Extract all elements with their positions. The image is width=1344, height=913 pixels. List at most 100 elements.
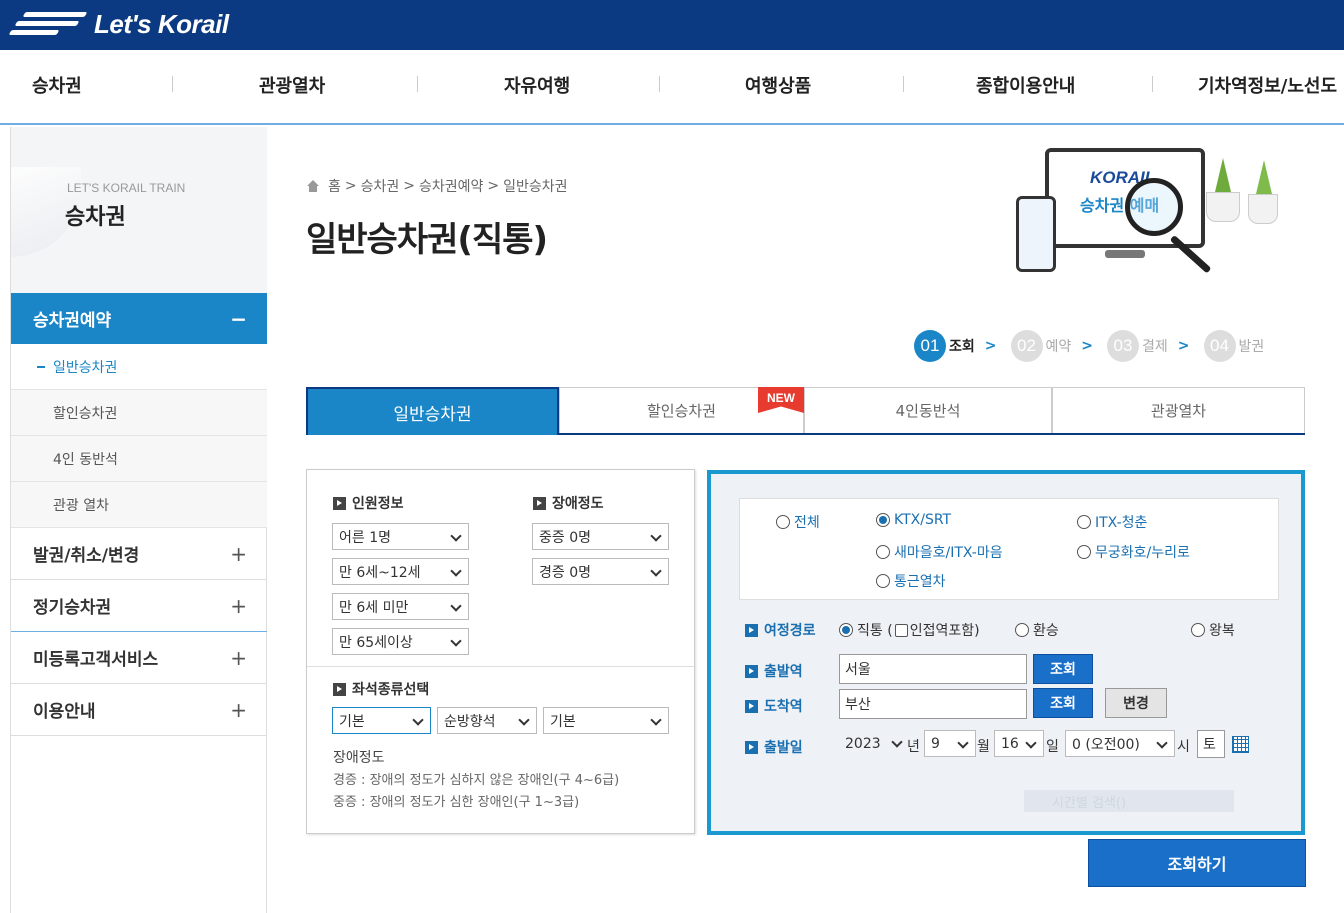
nav-item-travel-products[interactable]: 여행상품 — [745, 72, 811, 98]
radio-icon — [776, 515, 790, 529]
disability-label: 장애정도 — [533, 493, 604, 513]
radio-itx-cheongchun[interactable]: ITX-청춘 — [1077, 512, 1147, 532]
radio-mugunghwa[interactable]: 무궁화호/누리로 — [1077, 542, 1190, 562]
radio-icon — [1077, 515, 1091, 529]
disability-note-title: 장애정도 — [333, 750, 385, 766]
departure-station-input[interactable]: 서울 — [839, 654, 1027, 684]
select-value: 경증 0명 — [539, 564, 591, 581]
sidebar-subtitle: LET'S KORAIL TRAIN — [67, 181, 186, 195]
section-label-text: 장애정도 — [552, 496, 604, 512]
seat-direction-select[interactable]: 순방향석 — [437, 707, 537, 734]
search-trains-button[interactable]: 조회하기 — [1088, 839, 1306, 887]
radio-label: 통근열차 — [894, 574, 946, 590]
expand-icon: + — [230, 645, 247, 670]
arrival-lookup-button[interactable]: 조회 — [1033, 688, 1093, 718]
logo-mark-icon — [8, 10, 88, 38]
hour-unit: 시 — [1177, 739, 1190, 755]
tab-family-seat[interactable]: 4인동반석 — [804, 387, 1052, 433]
arrival-station-input[interactable]: 부산 — [839, 689, 1027, 719]
sidebar-subitem-family-seat[interactable]: 4인 동반석 — [11, 436, 267, 482]
sidebar-item-season-ticket[interactable]: 정기승차권 + — [11, 580, 267, 632]
section-label-text: 좌석종류선택 — [352, 682, 430, 698]
sidebar-subitem-tour-train[interactable]: 관광 열차 — [11, 482, 267, 528]
radio-ktx-srt[interactable]: KTX/SRT — [876, 512, 951, 528]
sidebar-item-usage-guide[interactable]: 이용안내 + — [11, 684, 267, 736]
nav-item-tour-train[interactable]: 관광열차 — [259, 72, 325, 98]
breadcrumb-item: 일반승차권 — [503, 179, 568, 195]
radio-label: 무궁화호/누리로 — [1095, 545, 1190, 561]
monitor-stand-icon — [1105, 250, 1145, 258]
sidebar-item-ticket-reservation[interactable]: 승차권예약 − — [11, 293, 267, 344]
divider — [307, 666, 694, 667]
tab-general-ticket[interactable]: 일반승차권 — [306, 387, 559, 435]
month-select[interactable]: 9 — [924, 730, 976, 757]
arrow-right-icon — [333, 496, 346, 510]
radio-direct[interactable]: 직통 (인접역포함) — [839, 620, 980, 640]
passenger-info-label: 인원정보 — [333, 493, 404, 513]
mild-disability-select[interactable]: 경증 0명 — [532, 558, 669, 585]
chevron-down-icon — [412, 714, 424, 726]
radio-saemaeul[interactable]: 새마을호/ITX-마음 — [876, 542, 1003, 562]
radio-label: ITX-청춘 — [1095, 515, 1148, 531]
radio-transfer[interactable]: 환승 — [1015, 620, 1059, 640]
sidebar-subitem-label: 할인승차권 — [53, 405, 118, 422]
breadcrumb-home[interactable]: 홈 — [328, 176, 341, 196]
select-value: 중증 0명 — [539, 529, 591, 546]
radio-label: 왕복 — [1209, 623, 1235, 639]
checkbox-nearby[interactable] — [894, 623, 908, 637]
seat-type-select[interactable]: 기본 — [332, 707, 431, 734]
departure-lookup-button[interactable]: 조회 — [1033, 654, 1093, 684]
passenger-panel: 인원정보 장애정도 어른 1명 만 6세~12세 만 6세 미만 만 65세이상… — [306, 469, 695, 834]
radio-selected-icon — [839, 623, 853, 637]
chevron-down-icon — [891, 736, 903, 748]
senior-count-select[interactable]: 만 65세이상 — [332, 628, 469, 655]
korail-logo[interactable]: Let's Korail — [8, 4, 229, 44]
phone-icon — [1016, 196, 1056, 272]
breadcrumb: 홈 > 승차권 > 승차권예약 > 일반승차권 — [306, 176, 568, 196]
chevron-down-icon — [1156, 737, 1168, 749]
field-label-text: 출발역 — [764, 664, 803, 680]
day-select[interactable]: 16 — [994, 730, 1044, 757]
home-icon[interactable] — [306, 180, 320, 192]
sidebar-subitem-general-ticket[interactable]: 일반승차권 — [11, 344, 267, 390]
step-label: 조회 — [949, 339, 975, 355]
radio-round-trip[interactable]: 왕복 — [1191, 620, 1235, 640]
arrow-right-icon — [745, 699, 758, 713]
chevron-right-icon: > — [984, 338, 997, 354]
nav-item-station-info[interactable]: 기차역정보/노선도 — [1198, 72, 1337, 98]
nav-item-tickets[interactable]: 승차권 — [32, 72, 82, 98]
left-sidebar: LET'S KORAIL TRAIN 승차권 승차권예약 − 일반승차권 할인승… — [10, 127, 267, 913]
collapse-icon: − — [230, 306, 247, 331]
adult-count-select[interactable]: 어른 1명 — [332, 523, 469, 550]
chevron-right-icon: > — [1081, 338, 1093, 354]
select-value: 0 (오전00) — [1072, 736, 1140, 753]
radio-all-trains[interactable]: 전체 — [776, 512, 820, 532]
seat-option-select[interactable]: 기본 — [543, 707, 669, 734]
sidebar-item-issue-cancel[interactable]: 발권/취소/변경 + — [11, 528, 267, 580]
year-unit: 년 — [907, 739, 920, 755]
tab-tour-train[interactable]: 관광열차 — [1052, 387, 1305, 433]
sidebar-subitem-discount-ticket[interactable]: 할인승차권 — [11, 390, 267, 436]
breadcrumb-item[interactable]: 승차권예약 — [419, 176, 483, 196]
severe-disability-select[interactable]: 중증 0명 — [532, 523, 669, 550]
infant-count-select[interactable]: 만 6세 미만 — [332, 593, 469, 620]
breadcrumb-item[interactable]: 승차권 — [361, 176, 400, 196]
radio-label: 환승 — [1033, 623, 1059, 639]
departure-label: 출발역 — [745, 661, 803, 681]
year-select[interactable]: 2023 — [839, 730, 905, 757]
calendar-icon[interactable] — [1232, 736, 1249, 753]
reservation-steps: 01 조회 > 02 예약 > 03 결제 > 04 발권 — [914, 330, 1274, 362]
radio-commuter[interactable]: 통근열차 — [876, 571, 946, 591]
sidebar-item-label: 미등록고객서비스 — [33, 650, 159, 670]
hour-select[interactable]: 0 (오전00) — [1065, 730, 1175, 757]
nav-item-guide[interactable]: 종합이용안내 — [976, 72, 1075, 98]
nav-item-free-travel[interactable]: 자유여행 — [504, 72, 570, 98]
sidebar-item-guest-service[interactable]: 미등록고객서비스 + — [11, 632, 267, 684]
step-label: 결제 — [1142, 339, 1168, 355]
swap-stations-button[interactable]: 변경 — [1105, 688, 1167, 718]
chevron-right-icon: > — [1177, 338, 1190, 354]
select-value: 어른 1명 — [339, 529, 391, 546]
select-value: 만 6세 미만 — [339, 599, 409, 616]
arrival-label: 도착역 — [745, 696, 803, 716]
child-count-select[interactable]: 만 6세~12세 — [332, 558, 469, 585]
